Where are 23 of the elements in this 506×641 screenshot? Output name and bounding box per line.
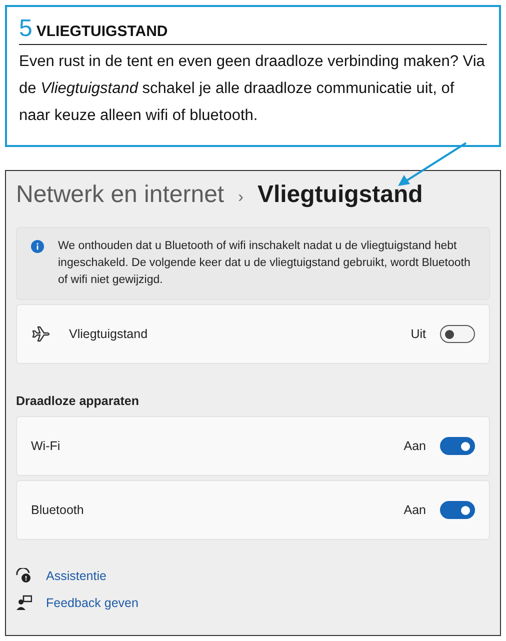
step-number: 5 [19, 17, 32, 41]
toggle-state-text: Aan [404, 439, 426, 453]
airplane-icon [31, 325, 51, 343]
toggle-state-text: Uit [410, 327, 426, 341]
setting-label: Wi-Fi [31, 439, 62, 453]
toggle-switch[interactable] [440, 437, 475, 455]
section-heading: Draadloze apparaten [16, 394, 140, 408]
toggle-switch[interactable] [440, 501, 475, 519]
setting-label: Vliegtuigstand [69, 327, 149, 341]
callout-title: VLIEGTUIGSTAND [36, 23, 168, 40]
help-link[interactable]: Assistentie [46, 568, 106, 582]
callout-text: Even rust in de tent en even geen draadloze verbinding maken? Via de Vliegtuigstand schakel je alle draadloze communicatie uit, of naar keuze alleen wifi of bluetooth. [19, 52, 486, 126]
breadcrumb-link[interactable]: Netwerk en internet [16, 181, 224, 209]
help-link[interactable]: Feedback geven [46, 596, 138, 610]
breadcrumb-separator: › [238, 189, 244, 207]
toggle-state-text: Aan [404, 503, 426, 517]
info-text: We onthouden dat u Bluetooth of wifi inschakelt nadat u de vliegtuigstand hebt ingeschakeld. De volgende keer dat u de vliegtuigstand gebruikt, wordt Bluetooth of wifi niet gewijzigd. [58, 239, 472, 288]
setting-label: Bluetooth [31, 503, 85, 517]
page-title: Vliegtuigstand [257, 181, 423, 209]
help-chat-icon [16, 568, 32, 583]
feedback-icon [16, 595, 32, 610]
toggle-switch[interactable] [440, 325, 475, 343]
info-icon [31, 240, 44, 253]
